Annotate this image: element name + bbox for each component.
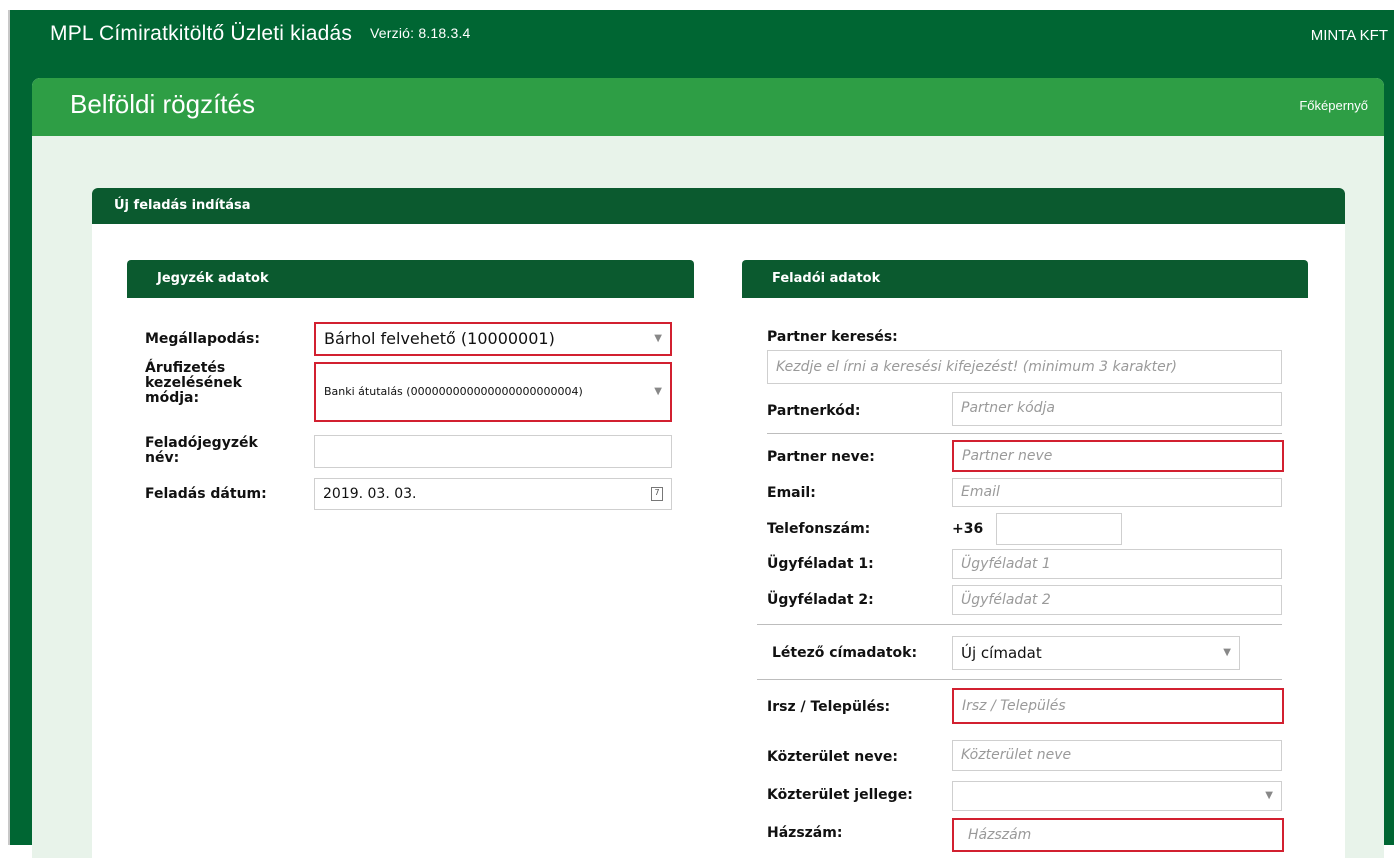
- email-input[interactable]: Email: [952, 478, 1282, 507]
- new-shipment-card: Új feladás indítása Jegyzék adatok Megál…: [92, 188, 1345, 858]
- zip-city-placeholder: Irsz / Település: [962, 698, 1066, 714]
- divider: [767, 433, 1282, 434]
- shipment-date-value: 2019. 03. 03.: [323, 486, 417, 502]
- chevron-down-icon: ▼: [654, 386, 662, 397]
- customer-data-2-placeholder: Ügyféladat 2: [961, 592, 1051, 608]
- shipment-date-input[interactable]: 2019. 03. 03. 7: [314, 478, 672, 510]
- payment-label-line1: Árufizetés: [145, 360, 226, 376]
- street-type-select[interactable]: ▼: [952, 781, 1282, 811]
- sender-data-section-header: Feladói adatok: [742, 260, 1308, 298]
- app-version: Verzió: 8.18.3.4: [370, 25, 471, 41]
- customer-data-1-input[interactable]: Ügyféladat 1: [952, 549, 1282, 579]
- page-panel: Belföldi rögzítés Főképernyő Új feladás …: [32, 78, 1384, 858]
- page-header: Belföldi rögzítés Főképernyő: [32, 78, 1384, 136]
- customer-data-2-input[interactable]: Ügyféladat 2: [952, 585, 1282, 615]
- street-name-label: Közterület neve:: [767, 749, 898, 765]
- partner-search-input[interactable]: Kezdje el írni a keresési kifejezést! (m…: [767, 350, 1282, 384]
- partner-name-placeholder: Partner neve: [962, 448, 1053, 464]
- zip-city-label: Irsz / Település:: [767, 699, 891, 715]
- email-label: Email:: [767, 485, 816, 501]
- house-number-label: Házszám:: [767, 825, 843, 841]
- card-title: Új feladás indítása: [114, 198, 251, 213]
- phone-prefix: +36: [952, 521, 984, 537]
- existing-address-label: Létező címadatok:: [772, 645, 918, 661]
- agreement-label: Megállapodás:: [145, 331, 260, 347]
- sender-list-label-line2: név:: [145, 450, 180, 466]
- agreement-select[interactable]: Bárhol felvehető (10000001) ▼: [314, 322, 672, 356]
- app-title-text: MPL Címiratkitöltő Üzleti kiadás: [50, 22, 353, 45]
- partner-code-label: Partnerkód:: [767, 403, 861, 419]
- partner-code-placeholder: Partner kódja: [961, 400, 1055, 416]
- payment-label-line2: kezelésének: [145, 375, 242, 391]
- chevron-down-icon: ▼: [654, 333, 662, 344]
- existing-address-select[interactable]: Új címadat ▼: [952, 636, 1240, 670]
- agreement-value: Bárhol felvehető (10000001): [324, 329, 555, 348]
- list-data-section-title: Jegyzék adatok: [157, 271, 269, 286]
- zip-city-input[interactable]: Irsz / Település: [952, 688, 1284, 724]
- sender-data-section-title: Feladói adatok: [772, 271, 881, 286]
- email-placeholder: Email: [961, 484, 1000, 500]
- customer-data-1-label: Ügyféladat 1:: [767, 556, 874, 572]
- street-type-label: Közterület jellege:: [767, 787, 913, 803]
- chevron-down-icon: ▼: [1223, 647, 1231, 658]
- divider: [757, 624, 1282, 625]
- partner-search-placeholder: Kezdje el írni a keresési kifejezést! (m…: [776, 359, 1177, 375]
- customer-data-1-placeholder: Ügyféladat 1: [961, 556, 1051, 572]
- payment-method-label: Árufizetés kezelésének módja:: [145, 361, 242, 406]
- existing-address-value: Új címadat: [961, 644, 1042, 662]
- divider: [757, 679, 1282, 680]
- chevron-down-icon: ▼: [1265, 790, 1273, 801]
- card-header: Új feladás indítása: [92, 188, 1345, 224]
- sender-list-label: Feladójegyzék név:: [145, 436, 258, 466]
- house-number-placeholder: Házszám: [968, 827, 1032, 843]
- partner-name-input[interactable]: Partner neve: [952, 440, 1284, 472]
- company-name: MINTA KFT: [1310, 27, 1388, 44]
- customer-data-2-label: Ügyféladat 2:: [767, 592, 874, 608]
- street-name-input[interactable]: Közterület neve: [952, 740, 1282, 771]
- calendar-icon[interactable]: 7: [651, 487, 663, 501]
- sender-list-label-line1: Feladójegyzék: [145, 435, 258, 451]
- app-title: MPL Címiratkitöltő Üzleti kiadás Verzió: …: [50, 22, 471, 46]
- street-name-placeholder: Közterület neve: [961, 747, 1072, 763]
- payment-method-select[interactable]: Banki átutalás (000000000000000000000004…: [314, 362, 672, 422]
- payment-label-line3: módja:: [145, 390, 200, 406]
- house-number-input[interactable]: Házszám: [952, 818, 1284, 852]
- phone-input[interactable]: [996, 513, 1122, 545]
- app-window: MPL Címiratkitöltő Üzleti kiadás Verzió: …: [8, 10, 1394, 858]
- partner-code-input[interactable]: Partner kódja: [952, 392, 1282, 426]
- partner-search-label: Partner keresés:: [767, 329, 898, 345]
- home-link[interactable]: Főképernyő: [1299, 98, 1368, 113]
- payment-method-value: Banki átutalás (000000000000000000000004…: [324, 385, 583, 398]
- top-strip: [0, 0, 1394, 10]
- phone-label: Telefonszám:: [767, 521, 871, 537]
- list-data-section-header: Jegyzék adatok: [127, 260, 694, 298]
- page-title: Belföldi rögzítés: [70, 89, 255, 119]
- sender-list-name-input[interactable]: [314, 435, 672, 468]
- shipment-date-label: Feladás dátum:: [145, 486, 267, 502]
- partner-name-label: Partner neve:: [767, 449, 875, 465]
